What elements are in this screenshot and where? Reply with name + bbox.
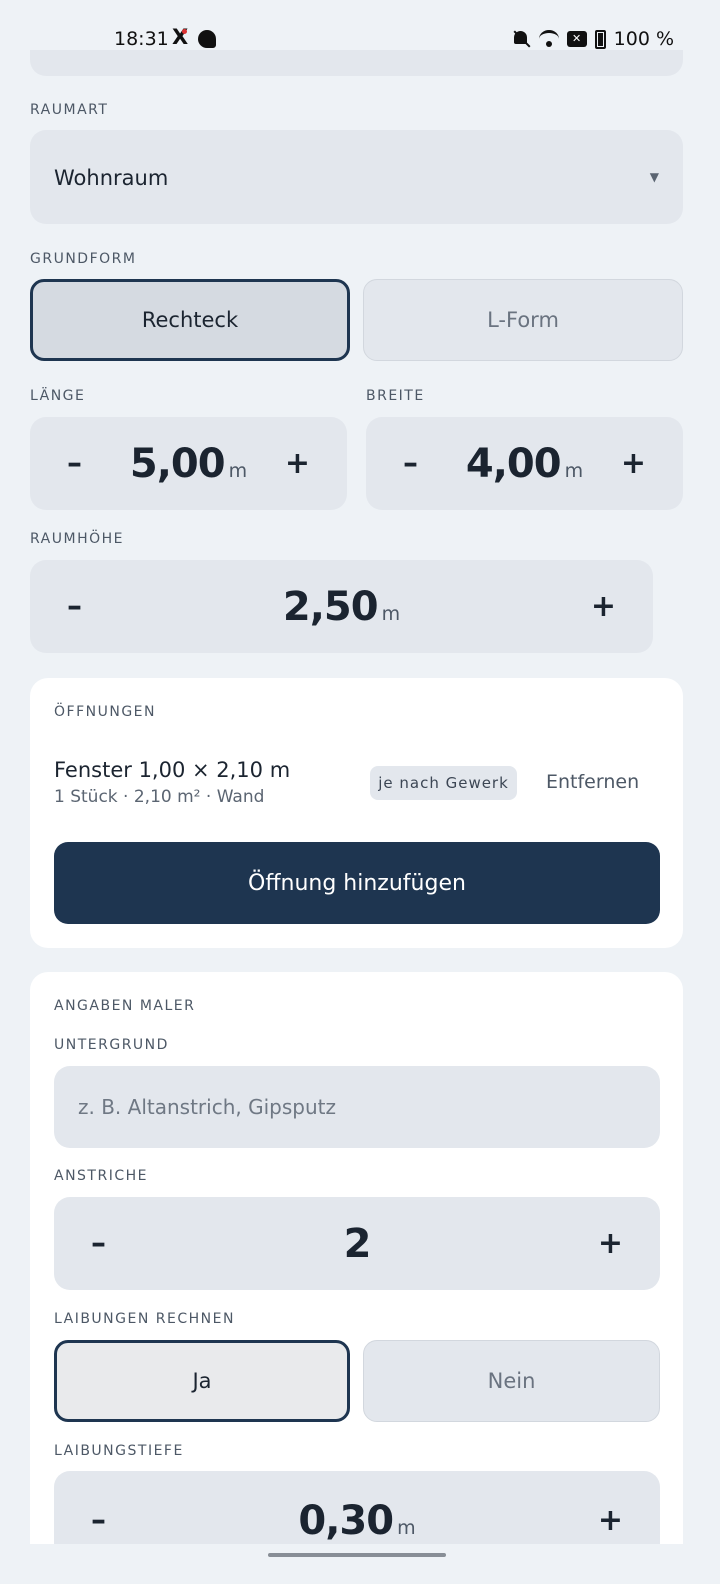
room-type-label: RAUMART xyxy=(30,102,109,118)
opening-title: Fenster 1,00 × 2,10 m xyxy=(54,758,291,782)
no-sim-icon: ✕ xyxy=(566,31,587,47)
length-unit: m xyxy=(228,459,248,482)
coats-value: 2 xyxy=(343,1220,372,1267)
reveal-depth-label: LAIBUNGSTIEFE xyxy=(54,1443,184,1459)
app-icon xyxy=(198,30,216,48)
substrate-label: UNTERGRUND xyxy=(54,1037,169,1053)
shape-option-label: L-Form xyxy=(487,308,559,332)
opening-subtitle: 1 Stück · 2,10 m² · Wand xyxy=(54,787,265,807)
length-stepper: – 5,00 m + xyxy=(30,417,347,510)
reveal-depth-increment-button[interactable]: + xyxy=(598,1506,623,1536)
substrate-input[interactable] xyxy=(54,1066,660,1148)
reveals-label: LAIBUNGEN RECHNEN xyxy=(54,1311,235,1327)
shape-option-label: Rechteck xyxy=(141,308,239,332)
chevron-down-icon: ▼ xyxy=(649,170,659,184)
room-height-value: 2,50 xyxy=(282,583,379,630)
width-stepper: – 4,00 m + xyxy=(366,417,683,510)
x-app-icon: X xyxy=(172,25,189,49)
room-height-label: RAUMHÖHE xyxy=(30,531,124,547)
battery-percent: 100 % xyxy=(613,28,674,50)
base-shape-label: GRUNDFORM xyxy=(30,251,137,267)
width-label: BREITE xyxy=(366,388,425,404)
trade-badge: je nach Gewerk xyxy=(370,766,517,800)
room-height-increment-button[interactable]: + xyxy=(591,591,616,622)
status-icons: ✕ 100 % xyxy=(511,28,674,50)
shape-option-l-form[interactable]: L-Form xyxy=(363,279,683,361)
battery-icon xyxy=(594,29,606,49)
reveals-option-ja[interactable]: Ja xyxy=(54,1340,350,1422)
width-increment-button[interactable]: + xyxy=(621,448,646,479)
room-height-stepper: – 2,50 m + xyxy=(30,560,653,653)
bell-off-icon xyxy=(511,30,531,48)
length-value: 5,00 xyxy=(129,440,226,487)
coats-value-display: 2 xyxy=(54,1221,660,1267)
room-type-select[interactable]: Wohnraum ▼ xyxy=(30,130,683,224)
width-value: 4,00 xyxy=(465,440,562,487)
home-indicator[interactable] xyxy=(268,1553,446,1557)
reveals-option-label: Nein xyxy=(487,1369,536,1393)
reveal-depth-value-display: 0,30 m xyxy=(54,1498,660,1544)
status-time: 18:31 xyxy=(114,28,169,50)
reveals-option-nein[interactable]: Nein xyxy=(363,1340,660,1422)
openings-label: ÖFFNUNGEN xyxy=(54,704,156,720)
room-height-value-display: 2,50 m xyxy=(30,584,653,630)
painter-section-label: ANGABEN MALER xyxy=(54,998,196,1014)
width-unit: m xyxy=(564,459,584,482)
wifi-icon xyxy=(538,30,559,48)
coats-label: ANSTRICHE xyxy=(54,1168,148,1184)
reveal-depth-value: 0,30 xyxy=(298,1498,394,1544)
add-opening-label: Öffnung hinzufügen xyxy=(248,870,466,896)
shape-option-rechteck[interactable]: Rechteck xyxy=(30,279,350,361)
coats-stepper: – 2 + xyxy=(54,1197,660,1290)
remove-opening-button[interactable]: Entfernen xyxy=(546,771,639,793)
coats-increment-button[interactable]: + xyxy=(598,1228,623,1259)
reveals-option-label: Ja xyxy=(192,1369,212,1393)
room-height-unit: m xyxy=(381,602,401,625)
previous-field-edge xyxy=(30,50,683,76)
reveal-depth-unit: m xyxy=(397,1517,416,1539)
navigation-bar xyxy=(0,1544,720,1584)
room-type-value: Wohnraum xyxy=(54,166,169,190)
length-increment-button[interactable]: + xyxy=(285,448,310,479)
add-opening-button[interactable]: Öffnung hinzufügen xyxy=(54,842,660,924)
length-label: LÄNGE xyxy=(30,388,86,404)
